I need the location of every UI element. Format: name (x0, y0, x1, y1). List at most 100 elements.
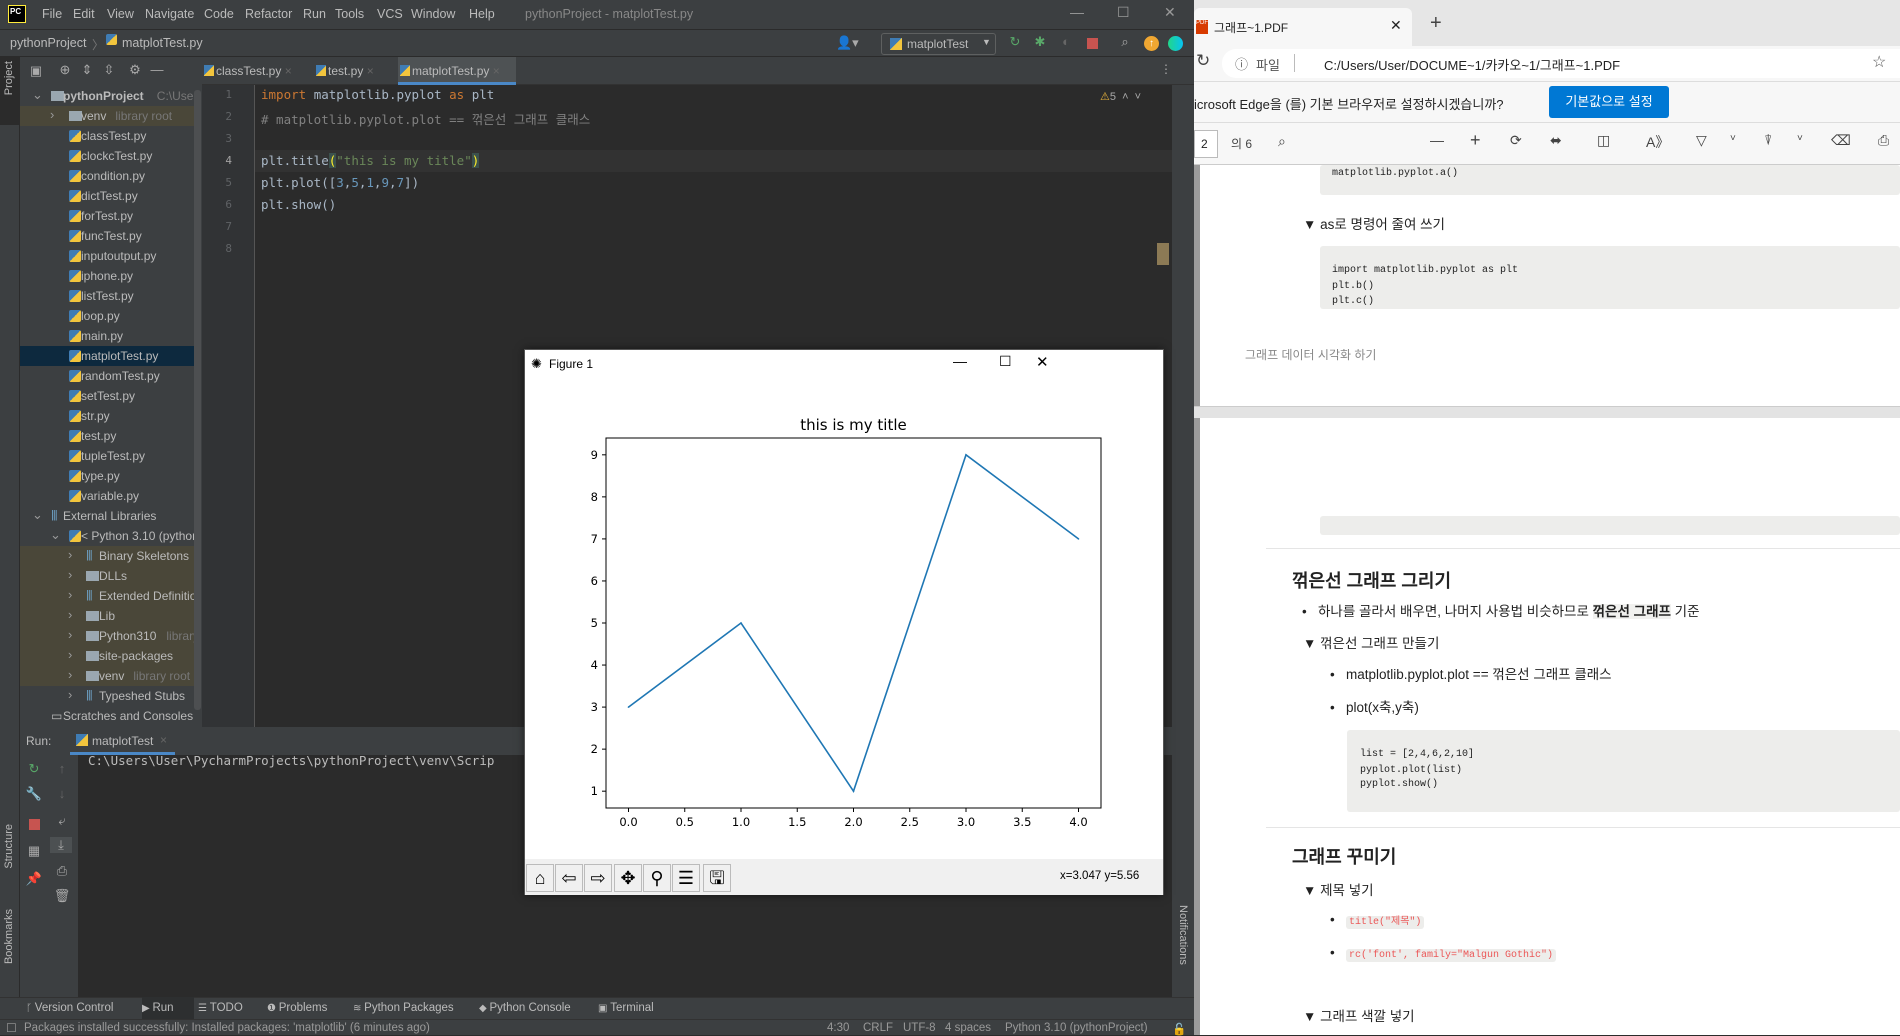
menu-code[interactable]: Code (204, 7, 234, 21)
pin-icon[interactable]: 📌 (24, 871, 44, 887)
toggle-heading[interactable]: ▼ 그래프 색깔 넣기 (1303, 1005, 1415, 1025)
tree-item[interactable]: › ||| Typeshed Stubs (20, 686, 194, 706)
chevron-right-icon[interactable]: › (68, 687, 72, 702)
notifications-tool-button[interactable]: Notifications (1177, 905, 1189, 965)
chevron-right-icon[interactable]: › (68, 667, 72, 682)
down-icon[interactable]: ↓ (52, 786, 72, 801)
tree-item[interactable]: type.py (20, 466, 194, 486)
up-icon[interactable]: ↑ (52, 761, 72, 776)
info-icon[interactable]: ⓘ (1235, 54, 1248, 73)
tree-item[interactable]: › venv library root (20, 106, 194, 126)
tree-item[interactable]: iphone.py (20, 266, 194, 286)
fit-page-icon[interactable]: ⬌ (1550, 132, 1562, 149)
close-tab-icon[interactable]: ✕ (1390, 17, 1402, 34)
tree-item[interactable]: clockcTest.py (20, 146, 194, 166)
tree-item[interactable]: inputoutput.py (20, 246, 194, 266)
menu-file[interactable]: File (42, 7, 62, 21)
close-tab-icon[interactable]: × (489, 64, 500, 78)
debug-icon[interactable]: ✱ (1030, 34, 1050, 50)
project-tool-button[interactable]: Project (0, 57, 20, 125)
bookmarks-tool-button[interactable]: Bookmarks (3, 909, 15, 964)
url-text[interactable]: C:/Users/User/DOCUME~1/카카오~1/그래프~1.PDF (1324, 55, 1620, 74)
print-icon[interactable]: ⎙ (1878, 132, 1889, 149)
chevron-right-icon[interactable]: › (50, 107, 54, 122)
layout-icon[interactable]: ▦ (24, 843, 44, 859)
code-line[interactable]: # matplotlib.pyplot.plot == 꺾은선 그래프 클래스 (261, 109, 590, 128)
trash-icon[interactable]: 🗑 (52, 888, 72, 904)
tree-item[interactable]: funcTest.py (20, 226, 194, 246)
print-icon[interactable]: ⎙ (52, 863, 72, 879)
chevron-right-icon[interactable]: › (68, 607, 72, 622)
tree-item[interactable]: › ||| Extended Definition (20, 586, 194, 606)
tree-item[interactable]: matplotTest.py (20, 346, 194, 366)
tree-item[interactable]: › DLLs (20, 566, 194, 586)
rerun-icon[interactable]: ↻ (24, 761, 44, 777)
run-config-selector[interactable]: matplotTest ▼ (881, 33, 996, 55)
coverage-icon[interactable]: ◐ (1056, 34, 1076, 49)
search-icon[interactable]: ⌕ (1115, 34, 1135, 50)
set-default-button[interactable]: 기본값으로 설정 (1549, 86, 1669, 118)
tree-item[interactable]: condition.py (20, 166, 194, 186)
tab-test[interactable]: test.py × (314, 57, 384, 85)
expand-all-icon[interactable]: ⇕ (77, 62, 97, 78)
file-encoding[interactable]: UTF-8 (903, 1022, 936, 1034)
zoom-button[interactable]: ⚲ (643, 864, 671, 892)
chevron-right-icon[interactable]: › (68, 587, 72, 602)
refresh-icon[interactable]: ↻ (1196, 51, 1210, 71)
rerun-icon[interactable]: ↻ (1005, 34, 1025, 50)
search-icon[interactable]: ⌕ (1278, 133, 1286, 150)
line-separator[interactable]: CRLF (863, 1022, 893, 1034)
tree-item[interactable]: setTest.py (20, 386, 194, 406)
gear-icon[interactable]: ⚙ (125, 62, 145, 78)
more-icon[interactable]: ⋮ (1160, 62, 1172, 76)
tree-item[interactable]: › ||| Binary Skeletons (20, 546, 194, 566)
tree-item[interactable]: test.py (20, 426, 194, 446)
menu-navigate[interactable]: Navigate (145, 7, 194, 21)
wrench-icon[interactable]: 🔧 (24, 786, 44, 802)
zoom-in-icon[interactable]: + (1470, 130, 1481, 151)
draw-icon[interactable]: ▽ (1696, 132, 1707, 149)
tree-item[interactable]: str.py (20, 406, 194, 426)
tree-item[interactable]: ▭ Scratches and Consoles (20, 706, 194, 726)
close-button[interactable]: ✕ (1164, 4, 1176, 21)
read-aloud-icon[interactable]: A》 (1646, 132, 1669, 152)
pan-button[interactable]: ✥ (614, 864, 642, 892)
tree-item[interactable]: forTest.py (20, 206, 194, 226)
update-icon[interactable]: ↑ (1144, 36, 1159, 51)
tree-item[interactable]: classTest.py (20, 126, 194, 146)
breadcrumb-file[interactable]: matplotTest.py (122, 36, 203, 50)
close-button[interactable]: ✕ (1036, 353, 1049, 371)
tree-item[interactable]: listTest.py (20, 286, 194, 306)
menu-refactor[interactable]: Refactor (245, 7, 292, 21)
menu-vcs[interactable]: VCS (377, 7, 403, 21)
menu-run[interactable]: Run (303, 7, 326, 21)
tab-matplottest[interactable]: matplotTest.py × (398, 57, 516, 85)
toggle-heading[interactable]: ▼ 제목 넣기 (1303, 879, 1374, 899)
tool-tab-python-console[interactable]: ◆ Python Console (479, 1002, 571, 1014)
tree-item[interactable]: › Python310 library (20, 626, 194, 646)
interpreter-selector[interactable]: Python 3.10 (pythonProject) (1005, 1022, 1148, 1034)
chevron-down-icon[interactable]: ˅ (1797, 133, 1803, 144)
tree-item[interactable]: tupleTest.py (20, 446, 194, 466)
close-tab-icon[interactable]: × (160, 733, 167, 747)
new-tab-button[interactable]: + (1430, 12, 1442, 35)
structure-tool-button[interactable]: Structure (3, 824, 15, 869)
tree-item[interactable]: › Lib (20, 606, 194, 626)
tree-item[interactable]: loop.py (20, 306, 194, 326)
tree-item[interactable]: variable.py (20, 486, 194, 506)
toggle-heading[interactable]: ▼ as로 명령어 줄여 쓰기 (1303, 213, 1445, 233)
tool-tab-run[interactable]: ▶ Run (142, 1002, 174, 1014)
close-tab-icon[interactable]: × (363, 64, 374, 78)
minimize-button[interactable]: — (1070, 4, 1084, 20)
menu-tools[interactable]: Tools (335, 7, 364, 21)
zoom-out-icon[interactable]: — (1430, 132, 1444, 148)
editor-scroll-marker[interactable] (1157, 243, 1169, 265)
stop-icon[interactable] (29, 819, 40, 830)
tool-tab-terminal[interactable]: ▣ Terminal (598, 1002, 654, 1014)
tree-item[interactable]: ⌄ ||| External Libraries (20, 506, 194, 526)
tree-item[interactable]: dictTest.py (20, 186, 194, 206)
menu-help[interactable]: Help (469, 7, 495, 21)
menu-view[interactable]: View (107, 7, 134, 21)
jetbrains-icon[interactable] (1168, 36, 1183, 51)
maximize-button[interactable]: ☐ (999, 353, 1012, 370)
